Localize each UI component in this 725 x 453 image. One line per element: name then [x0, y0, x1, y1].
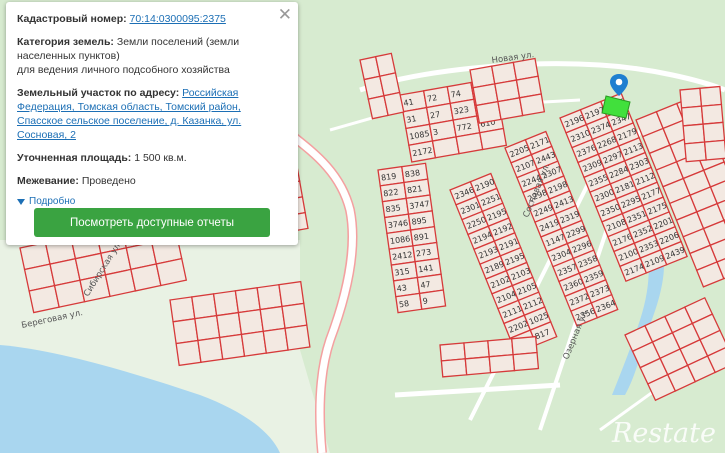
close-icon[interactable]: ✕	[278, 5, 292, 25]
land-plot[interactable]	[374, 52, 397, 78]
cadastral-number-link[interactable]: 70:14:0300095:2375	[130, 13, 226, 25]
cadastral-info-popup: ✕ Кадастровый номер: 70:14:0300095:2375 …	[6, 2, 298, 245]
details-toggle[interactable]: Подробно	[17, 195, 286, 209]
land-plot[interactable]	[237, 308, 265, 336]
land-plot[interactable]	[703, 139, 725, 161]
land-plot[interactable]	[194, 314, 221, 342]
land-plot[interactable]	[169, 296, 196, 323]
plot-number-label: 58	[398, 299, 409, 309]
plot-number-label: 47	[420, 280, 431, 290]
land-plot[interactable]	[278, 280, 305, 308]
plot-number-label: 41	[403, 97, 415, 108]
land-plot[interactable]	[475, 100, 502, 124]
land-plot[interactable]	[488, 353, 516, 374]
land-plot[interactable]	[439, 342, 467, 362]
land-plot[interactable]	[234, 287, 261, 314]
plot-number-label: 27	[429, 110, 441, 121]
plot-number-label: 72	[426, 93, 438, 104]
watermark: Restate	[611, 418, 716, 449]
land-plot[interactable]	[240, 330, 268, 357]
land-plot[interactable]	[262, 327, 289, 354]
land-plot[interactable]	[680, 105, 704, 127]
land-plot[interactable]	[440, 358, 468, 378]
land-plot[interactable]	[383, 91, 405, 117]
land-plot[interactable]	[259, 305, 286, 333]
category-row: Категория земель: Земли поселений (земли…	[17, 35, 286, 77]
land-plot[interactable]	[218, 333, 246, 360]
land-plot[interactable]	[699, 85, 723, 107]
land-plot[interactable]	[684, 141, 707, 163]
cadastral-number-label: Кадастровый номер:	[17, 13, 127, 25]
land-plot[interactable]	[463, 340, 490, 360]
land-plot[interactable]	[281, 302, 308, 329]
survey-value: Проведено	[81, 175, 136, 187]
land-plot[interactable]	[104, 268, 137, 298]
land-plot[interactable]	[155, 257, 188, 287]
land-plot[interactable]	[682, 123, 706, 145]
area-row: Уточненная площадь: 1 500 кв.м.	[17, 151, 286, 165]
land-plot[interactable]	[53, 279, 86, 308]
survey-label: Межевание:	[17, 175, 79, 187]
triangle-down-icon	[17, 199, 25, 205]
category-label: Категория земель:	[17, 36, 114, 48]
land-plot[interactable]	[511, 335, 538, 356]
address-row: Земельный участок по адресу: Российская …	[17, 86, 286, 142]
category-value-line2: для ведения личного подсобного хозяйства	[17, 64, 230, 76]
land-plot[interactable]	[130, 263, 162, 292]
plot-number-label: 43	[396, 283, 407, 293]
land-plot[interactable]	[172, 317, 199, 345]
plot-block	[469, 57, 546, 124]
land-plot[interactable]	[431, 136, 460, 159]
land-plot[interactable]	[191, 293, 218, 320]
cadastral-number-row: Кадастровый номер: 70:14:0300095:2375	[17, 12, 286, 26]
land-plot[interactable]	[212, 290, 240, 317]
land-plot[interactable]	[497, 97, 524, 121]
land-plot[interactable]	[464, 356, 492, 376]
land-plot[interactable]	[702, 121, 725, 143]
details-link[interactable]: Подробно	[29, 195, 75, 209]
land-plot[interactable]	[487, 338, 514, 358]
land-plot[interactable]	[197, 336, 224, 364]
land-plot[interactable]	[455, 131, 484, 155]
land-plot[interactable]	[284, 324, 311, 351]
land-plot[interactable]	[28, 284, 60, 314]
land-plot[interactable]	[379, 72, 401, 97]
plot-number-label: 31	[406, 114, 418, 125]
survey-row: Межевание: Проведено	[17, 174, 286, 188]
plot-block	[679, 85, 725, 163]
land-plot[interactable]	[256, 283, 283, 311]
area-label: Уточненная площадь:	[17, 152, 132, 164]
land-plot[interactable]	[215, 311, 243, 339]
land-plot[interactable]	[518, 93, 546, 117]
land-plot[interactable]	[479, 127, 508, 151]
area-value: 1 500 кв.м.	[134, 152, 187, 164]
land-plot[interactable]	[175, 339, 202, 367]
land-plot[interactable]	[679, 87, 703, 109]
view-reports-button[interactable]: Посмотреть доступные отчеты	[34, 208, 270, 237]
plot-number-label: 74	[450, 89, 462, 100]
land-plot[interactable]	[700, 103, 724, 125]
address-label: Земельный участок по адресу:	[17, 87, 180, 99]
land-plot[interactable]	[512, 351, 540, 372]
